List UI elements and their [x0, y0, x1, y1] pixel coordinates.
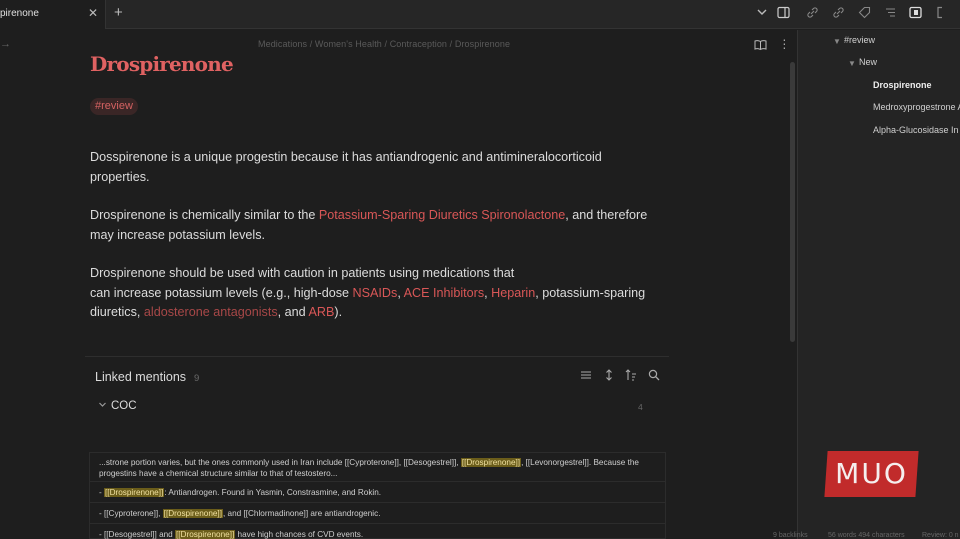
logo-text: MUO [835, 457, 908, 490]
sort-icon[interactable] [625, 369, 637, 384]
link-icon[interactable] [804, 6, 820, 22]
chevron-down-icon[interactable]: ▼ [833, 37, 841, 46]
text: diuretics, [90, 305, 144, 319]
scrollbar[interactable] [790, 62, 795, 342]
highlight: [[Drospirenone]] [162, 509, 223, 518]
layout-icon[interactable] [907, 6, 923, 22]
tag-icon[interactable] [856, 6, 872, 22]
sidebar-item-drospirenone[interactable]: Drospirenone [873, 80, 932, 90]
paragraph-2: Drospirenone is chemically similar to th… [90, 206, 660, 245]
text: , and [277, 305, 309, 319]
text: have high chances of CVD events. [235, 530, 364, 539]
status-word-count: 56 words 494 characters [828, 532, 905, 539]
sidebar-item-medroxyprogestrone[interactable]: Medroxyprogestrone A [873, 102, 960, 112]
highlight: [[Drospirenone]] [175, 530, 236, 539]
text: , and [[Chlormadinone]] are antiandrogen… [222, 509, 381, 518]
editor-actions: ⋮ [754, 37, 790, 51]
bracket-icon[interactable] [932, 6, 948, 22]
mention-group-count: 4 [638, 402, 643, 412]
paragraph-1: Dosspirenone is a unique progestin becau… [90, 150, 602, 184]
text: ...strone portion varies, but the ones c… [99, 458, 461, 467]
text: - [[Cyproterone]], [99, 509, 163, 518]
highlight: [[Drospirenone]] [104, 488, 165, 497]
link-ace-inhibitors[interactable]: ACE Inhibitors [404, 286, 485, 300]
sidebar-item-review[interactable]: #review [844, 35, 875, 45]
text: Drospirenone is chemically similar to th… [90, 208, 319, 222]
highlight: [[Drospirenone]] [460, 458, 522, 467]
link-arb[interactable]: ARB [308, 305, 334, 319]
back-arrow-icon[interactable]: → [0, 38, 11, 50]
chevron-down-icon[interactable] [98, 400, 107, 411]
more-options-icon[interactable]: ⋮ [778, 37, 790, 51]
sidebar-toggle-icon[interactable] [775, 6, 791, 22]
tab-title: pirenone [0, 8, 39, 19]
search-icon[interactable] [648, 369, 660, 384]
link-nsaids[interactable]: NSAIDs [353, 286, 398, 300]
tab-drospirenone[interactable]: pirenone ✕ [0, 0, 106, 29]
status-backlinks[interactable]: 9 backlinks [773, 532, 808, 539]
new-tab-icon[interactable]: + [114, 4, 123, 21]
mention-snippet[interactable]: - [[Desogestrel]] and [[Drospirenone]] h… [89, 524, 666, 539]
link-spironolactone[interactable]: Potassium-Sparing Diuretics Spironolacto… [319, 208, 565, 222]
status-review[interactable]: Review: 0 n [922, 532, 959, 539]
reading-view-icon[interactable] [754, 37, 770, 51]
breadcrumb[interactable]: Medications / Women's Health / Contracep… [258, 39, 510, 49]
divider [85, 356, 669, 357]
text: - [[Desogestrel]] and [99, 530, 175, 539]
link-heparin[interactable]: Heparin [491, 286, 535, 300]
paragraph-3: Drospirenone should be used with caution… [90, 264, 690, 323]
text: : Antiandrogen. Found in Yasmin, Constra… [164, 488, 382, 497]
text: can increase potassium levels (e.g., hig… [90, 285, 353, 300]
sidebar-item-new[interactable]: New [859, 57, 877, 67]
text: , potassium-sparing [535, 285, 646, 300]
note-title: Drospirenone [90, 52, 234, 76]
text: ). [334, 305, 343, 319]
mention-snippet[interactable]: ...strone portion varies, but the ones c… [89, 452, 666, 482]
link-aldosterone-antagonists[interactable]: aldosterone antagonists [144, 305, 278, 319]
linked-mentions-title[interactable]: Linked mentions [95, 370, 186, 384]
chevron-down-icon[interactable] [754, 6, 770, 22]
unlinked-icon[interactable] [830, 6, 846, 22]
tab-bar: pirenone ✕ + [0, 0, 960, 29]
sidebar-item-alpha-glucosidase[interactable]: Alpha-Glucosidase In [873, 125, 959, 135]
muo-logo: MUO [824, 451, 919, 497]
collapse-results-icon[interactable] [580, 369, 592, 384]
review-tag[interactable]: #review [90, 98, 138, 115]
outline-icon[interactable] [882, 6, 898, 22]
mention-snippet[interactable]: - [[Cyproterone]], [[Drospirenone]], and… [89, 503, 666, 524]
text: Drospirenone should be used with caution… [90, 266, 515, 280]
chevron-down-icon[interactable]: ▼ [848, 59, 856, 68]
mention-group-coc[interactable]: COC [111, 400, 137, 412]
mention-snippet[interactable]: - [[Drospirenone]]: Antiandrogen. Found … [89, 482, 666, 503]
show-context-icon[interactable] [603, 369, 615, 384]
close-icon[interactable]: ✕ [88, 6, 98, 20]
linked-mentions-count: 9 [194, 373, 200, 384]
